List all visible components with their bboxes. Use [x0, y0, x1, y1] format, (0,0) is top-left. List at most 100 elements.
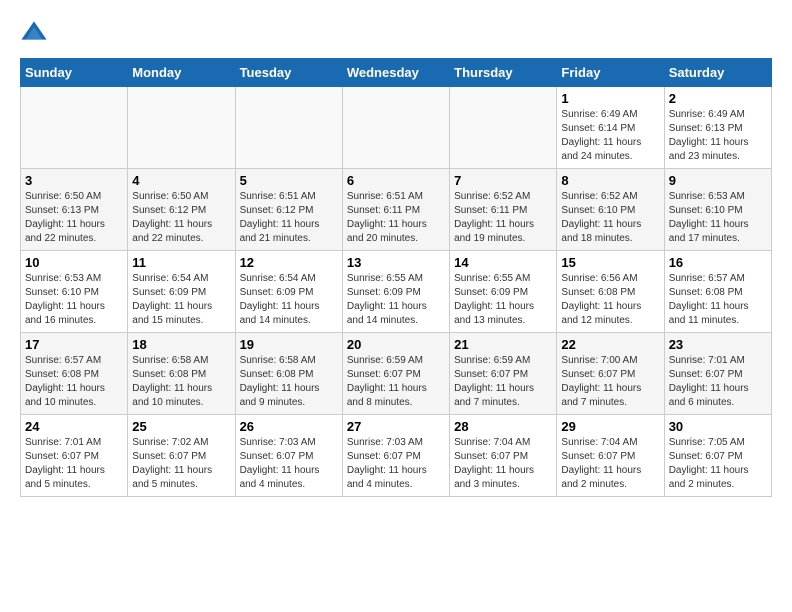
calendar-cell: 19Sunrise: 6:58 AM Sunset: 6:08 PM Dayli… [235, 333, 342, 415]
calendar-cell: 11Sunrise: 6:54 AM Sunset: 6:09 PM Dayli… [128, 251, 235, 333]
day-info: Sunrise: 6:49 AM Sunset: 6:14 PM Dayligh… [561, 108, 659, 164]
calendar-cell: 15 Sunrise: 6:56 AM Sunset: 6:08 PM Dayli… [557, 251, 664, 333]
day-number: 17 [25, 337, 123, 352]
calendar-cell [342, 87, 449, 169]
day-info: Sunrise: 7:05 AM Sunset: 6:07 PM Dayligh… [669, 436, 767, 492]
calendar-cell: 30 Sunrise: 7:05 AM Sunset: 6:07 PM Dayli… [664, 415, 771, 497]
logo [20, 20, 52, 48]
day-info: Sunrise: 6:58 AM Sunset: 6:08 PM Dayligh… [132, 354, 230, 410]
calendar-week-1: 1 Sunrise: 6:49 AM Sunset: 6:14 PM Daylig… [21, 87, 772, 169]
day-info: Sunrise: 6:51 AM Sunset: 6:12 PM Dayligh… [240, 190, 338, 246]
day-number: 14 [454, 255, 552, 270]
weekday-header-friday: Friday [557, 59, 664, 87]
weekday-header-monday: Monday [128, 59, 235, 87]
day-number: 15 [561, 255, 659, 270]
calendar-cell: 8Sunrise: 6:52 AM Sunset: 6:10 PM Daylig… [557, 169, 664, 251]
day-info: Sunrise: 7:03 AM Sunset: 6:07 PM Dayligh… [240, 436, 338, 492]
day-number: 7 [454, 173, 552, 188]
calendar-cell: 17 Sunrise: 6:57 AM Sunset: 6:08 PM Dayli… [21, 333, 128, 415]
calendar-cell [128, 87, 235, 169]
day-info: Sunrise: 6:49 AM Sunset: 6:13 PM Dayligh… [669, 108, 767, 164]
calendar-cell: 7Sunrise: 6:52 AM Sunset: 6:11 PM Daylig… [450, 169, 557, 251]
calendar-cell: 10Sunrise: 6:53 AM Sunset: 6:10 PM Dayli… [21, 251, 128, 333]
day-number: 4 [132, 173, 230, 188]
calendar-cell: 13 Sunrise: 6:55 AM Sunset: 6:09 PM Dayli… [342, 251, 449, 333]
calendar-cell: 27 Sunrise: 7:03 AM Sunset: 6:07 PM Dayli… [342, 415, 449, 497]
weekday-header-thursday: Thursday [450, 59, 557, 87]
day-info: Sunrise: 7:04 AM Sunset: 6:07 PM Dayligh… [561, 436, 659, 492]
day-info: Sunrise: 7:00 AM Sunset: 6:07 PM Dayligh… [561, 354, 659, 410]
day-number: 1 [561, 91, 659, 106]
weekday-header-sunday: Sunday [21, 59, 128, 87]
calendar-cell [21, 87, 128, 169]
day-info: Sunrise: 6:53 AM Sunset: 6:10 PM Dayligh… [669, 190, 767, 246]
day-number: 25 [132, 419, 230, 434]
day-number: 12 [240, 255, 338, 270]
calendar-cell: 26 Sunrise: 7:03 AM Sunset: 6:07 PM Dayli… [235, 415, 342, 497]
day-number: 9 [669, 173, 767, 188]
calendar-cell: 16 Sunrise: 6:57 AM Sunset: 6:08 PM Dayli… [664, 251, 771, 333]
calendar-week-5: 24 Sunrise: 7:01 AM Sunset: 6:07 PM Dayli… [21, 415, 772, 497]
day-info: Sunrise: 7:01 AM Sunset: 6:07 PM Dayligh… [25, 436, 123, 492]
day-number: 22 [561, 337, 659, 352]
day-info: Sunrise: 6:50 AM Sunset: 6:13 PM Dayligh… [25, 190, 123, 246]
calendar-cell: 2 Sunrise: 6:49 AM Sunset: 6:13 PM Daylig… [664, 87, 771, 169]
day-info: Sunrise: 6:50 AM Sunset: 6:12 PM Dayligh… [132, 190, 230, 246]
day-info: Sunrise: 6:59 AM Sunset: 6:07 PM Dayligh… [347, 354, 445, 410]
weekday-header-wednesday: Wednesday [342, 59, 449, 87]
calendar-cell: 25 Sunrise: 7:02 AM Sunset: 6:07 PM Dayli… [128, 415, 235, 497]
logo-icon [20, 20, 48, 48]
weekday-header-tuesday: Tuesday [235, 59, 342, 87]
calendar-table: SundayMondayTuesdayWednesdayThursdayFrid… [20, 58, 772, 497]
day-number: 16 [669, 255, 767, 270]
calendar-cell: 5 Sunrise: 6:51 AM Sunset: 6:12 PM Daylig… [235, 169, 342, 251]
calendar-cell [450, 87, 557, 169]
day-number: 19 [240, 337, 338, 352]
calendar-cell: 6 Sunrise: 6:51 AM Sunset: 6:11 PM Daylig… [342, 169, 449, 251]
day-number: 8 [561, 173, 659, 188]
day-info: Sunrise: 7:02 AM Sunset: 6:07 PM Dayligh… [132, 436, 230, 492]
calendar-cell: 24 Sunrise: 7:01 AM Sunset: 6:07 PM Dayli… [21, 415, 128, 497]
calendar-week-3: 10Sunrise: 6:53 AM Sunset: 6:10 PM Dayli… [21, 251, 772, 333]
calendar-cell: 23Sunrise: 7:01 AM Sunset: 6:07 PM Dayli… [664, 333, 771, 415]
calendar-cell: 21 Sunrise: 6:59 AM Sunset: 6:07 PM Dayli… [450, 333, 557, 415]
calendar-week-2: 3 Sunrise: 6:50 AM Sunset: 6:13 PM Daylig… [21, 169, 772, 251]
calendar-cell: 9 Sunrise: 6:53 AM Sunset: 6:10 PM Daylig… [664, 169, 771, 251]
day-number: 13 [347, 255, 445, 270]
day-number: 29 [561, 419, 659, 434]
day-number: 5 [240, 173, 338, 188]
day-info: Sunrise: 6:53 AM Sunset: 6:10 PM Dayligh… [25, 272, 123, 328]
day-number: 6 [347, 173, 445, 188]
calendar-cell [235, 87, 342, 169]
day-info: Sunrise: 6:57 AM Sunset: 6:08 PM Dayligh… [25, 354, 123, 410]
day-info: Sunrise: 6:54 AM Sunset: 6:09 PM Dayligh… [240, 272, 338, 328]
weekday-header-row: SundayMondayTuesdayWednesdayThursdayFrid… [21, 59, 772, 87]
calendar-cell: 3 Sunrise: 6:50 AM Sunset: 6:13 PM Daylig… [21, 169, 128, 251]
day-info: Sunrise: 7:04 AM Sunset: 6:07 PM Dayligh… [454, 436, 552, 492]
day-number: 2 [669, 91, 767, 106]
day-info: Sunrise: 6:51 AM Sunset: 6:11 PM Dayligh… [347, 190, 445, 246]
calendar-cell: 22 Sunrise: 7:00 AM Sunset: 6:07 PM Dayli… [557, 333, 664, 415]
day-number: 24 [25, 419, 123, 434]
day-info: Sunrise: 7:01 AM Sunset: 6:07 PM Dayligh… [669, 354, 767, 410]
day-info: Sunrise: 6:55 AM Sunset: 6:09 PM Dayligh… [454, 272, 552, 328]
day-number: 27 [347, 419, 445, 434]
day-info: Sunrise: 6:56 AM Sunset: 6:08 PM Dayligh… [561, 272, 659, 328]
day-number: 3 [25, 173, 123, 188]
day-number: 30 [669, 419, 767, 434]
day-number: 28 [454, 419, 552, 434]
day-info: Sunrise: 7:03 AM Sunset: 6:07 PM Dayligh… [347, 436, 445, 492]
day-number: 20 [347, 337, 445, 352]
page-header [20, 20, 772, 48]
calendar-cell: 29 Sunrise: 7:04 AM Sunset: 6:07 PM Dayli… [557, 415, 664, 497]
day-info: Sunrise: 6:54 AM Sunset: 6:09 PM Dayligh… [132, 272, 230, 328]
day-number: 26 [240, 419, 338, 434]
calendar-cell: 28 Sunrise: 7:04 AM Sunset: 6:07 PM Dayli… [450, 415, 557, 497]
day-info: Sunrise: 6:59 AM Sunset: 6:07 PM Dayligh… [454, 354, 552, 410]
calendar-cell: 12 Sunrise: 6:54 AM Sunset: 6:09 PM Dayli… [235, 251, 342, 333]
day-info: Sunrise: 6:57 AM Sunset: 6:08 PM Dayligh… [669, 272, 767, 328]
calendar-cell: 4 Sunrise: 6:50 AM Sunset: 6:12 PM Daylig… [128, 169, 235, 251]
day-number: 21 [454, 337, 552, 352]
day-info: Sunrise: 6:55 AM Sunset: 6:09 PM Dayligh… [347, 272, 445, 328]
calendar-cell: 20 Sunrise: 6:59 AM Sunset: 6:07 PM Dayli… [342, 333, 449, 415]
